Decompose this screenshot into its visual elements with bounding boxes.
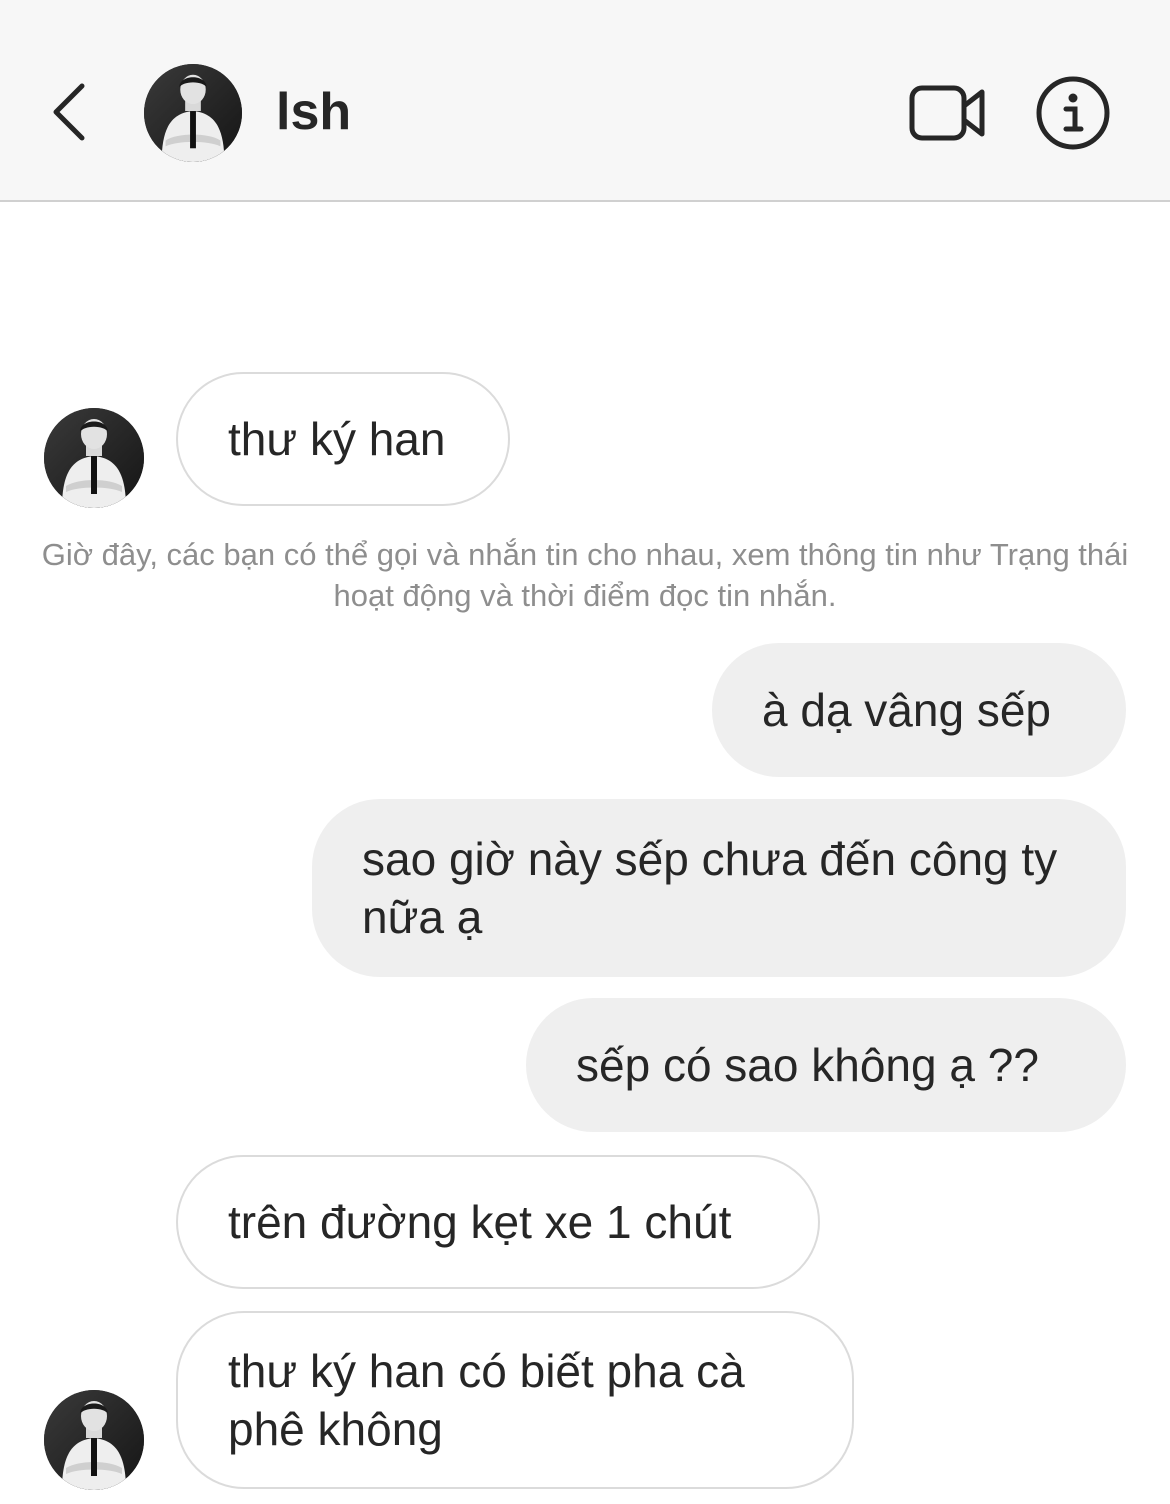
chat-header: lsh [0,0,1170,202]
system-notice: Giờ đây, các bạn có thể gọi và nhắn tin … [41,537,1129,613]
chevron-left-icon [53,83,85,141]
sender-avatar[interactable] [44,408,144,508]
message-bubble-outgoing[interactable]: sếp có sao không ạ ?? [526,998,1126,1132]
message-text: sao giờ này sếp chưa đến công ty nữa ạ [362,833,1058,943]
message-bubble-incoming[interactable]: thư ký han [176,372,510,506]
message-bubble-outgoing[interactable]: sao giờ này sếp chưa đến công ty nữa ạ [312,799,1126,977]
sender-avatar[interactable] [44,1390,144,1490]
message-bubble-outgoing[interactable]: à dạ vâng sếp [712,643,1126,777]
video-camera-icon [909,85,985,141]
info-icon [1036,76,1110,150]
header-avatar[interactable] [144,64,242,162]
video-call-button[interactable] [906,78,990,148]
message-text: trên đường kẹt xe 1 chút [228,1196,732,1248]
info-button[interactable] [1034,74,1112,152]
message-bubble-incoming[interactable]: thư ký han có biết pha cà phê không [176,1311,854,1489]
message-text: sếp có sao không ạ ?? [576,1039,1039,1091]
message-text: à dạ vâng sếp [762,684,1052,736]
message-bubble-incoming[interactable]: trên đường kẹt xe 1 chút [176,1155,820,1289]
message-text: thư ký han [228,413,446,465]
back-button[interactable] [40,72,100,152]
message-text: thư ký han có biết pha cà phê không [228,1345,745,1455]
contact-name[interactable]: lsh [276,82,351,142]
